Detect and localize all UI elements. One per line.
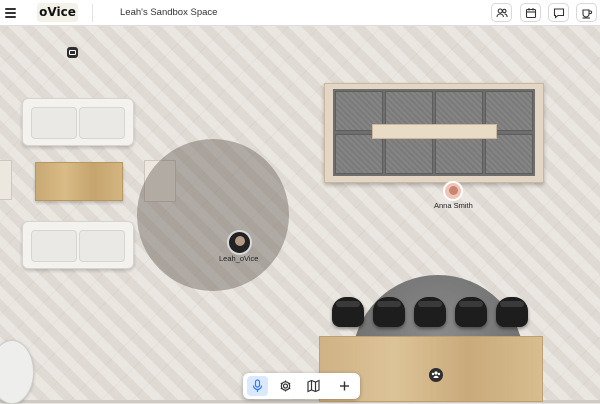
- header-divider: [92, 4, 93, 22]
- coffee-table: [35, 162, 123, 201]
- coffee-button[interactable]: [576, 3, 597, 22]
- space-title: Leah's Sandbox Space: [120, 7, 218, 18]
- group-object-icon[interactable]: [429, 368, 443, 382]
- menu-button[interactable]: [3, 5, 19, 21]
- chair: [373, 297, 405, 327]
- user-name-anna: Anna Smith: [434, 201, 473, 210]
- map-button[interactable]: [303, 376, 324, 396]
- chair: [496, 297, 528, 327]
- plus-icon: [340, 381, 349, 391]
- avatar-anna[interactable]: [443, 181, 463, 201]
- top-bar: oVice Leah's Sandbox Space: [0, 0, 600, 26]
- members-icon: [496, 8, 508, 18]
- calendar-icon: [525, 8, 537, 19]
- object-marker-icon[interactable]: [67, 47, 78, 58]
- chat-icon: [553, 8, 565, 19]
- user-name-leah: Leah_oVice: [219, 254, 259, 263]
- chair: [455, 297, 487, 327]
- sofa-bottom: [22, 221, 134, 269]
- microphone-button[interactable]: [247, 376, 268, 396]
- menu-icon: [5, 8, 16, 10]
- conference-table-bar: [372, 124, 497, 139]
- microphone-icon: [252, 379, 263, 392]
- chair: [414, 297, 446, 327]
- calendar-button[interactable]: [520, 3, 541, 22]
- avatar-leah[interactable]: [227, 230, 252, 255]
- members-button[interactable]: [491, 3, 512, 22]
- side-chair-left: [0, 160, 12, 200]
- chat-button[interactable]: [548, 3, 569, 22]
- coffee-icon: [582, 9, 593, 19]
- settings-button[interactable]: [275, 376, 296, 396]
- bottom-toolbar: [243, 373, 360, 399]
- app-logo[interactable]: oVice: [37, 3, 78, 22]
- map-icon: [307, 379, 320, 393]
- sofa-top: [22, 98, 134, 146]
- add-button[interactable]: [334, 376, 355, 396]
- chair: [332, 297, 364, 327]
- settings-icon: [280, 380, 291, 392]
- meeting-area[interactable]: [137, 139, 289, 291]
